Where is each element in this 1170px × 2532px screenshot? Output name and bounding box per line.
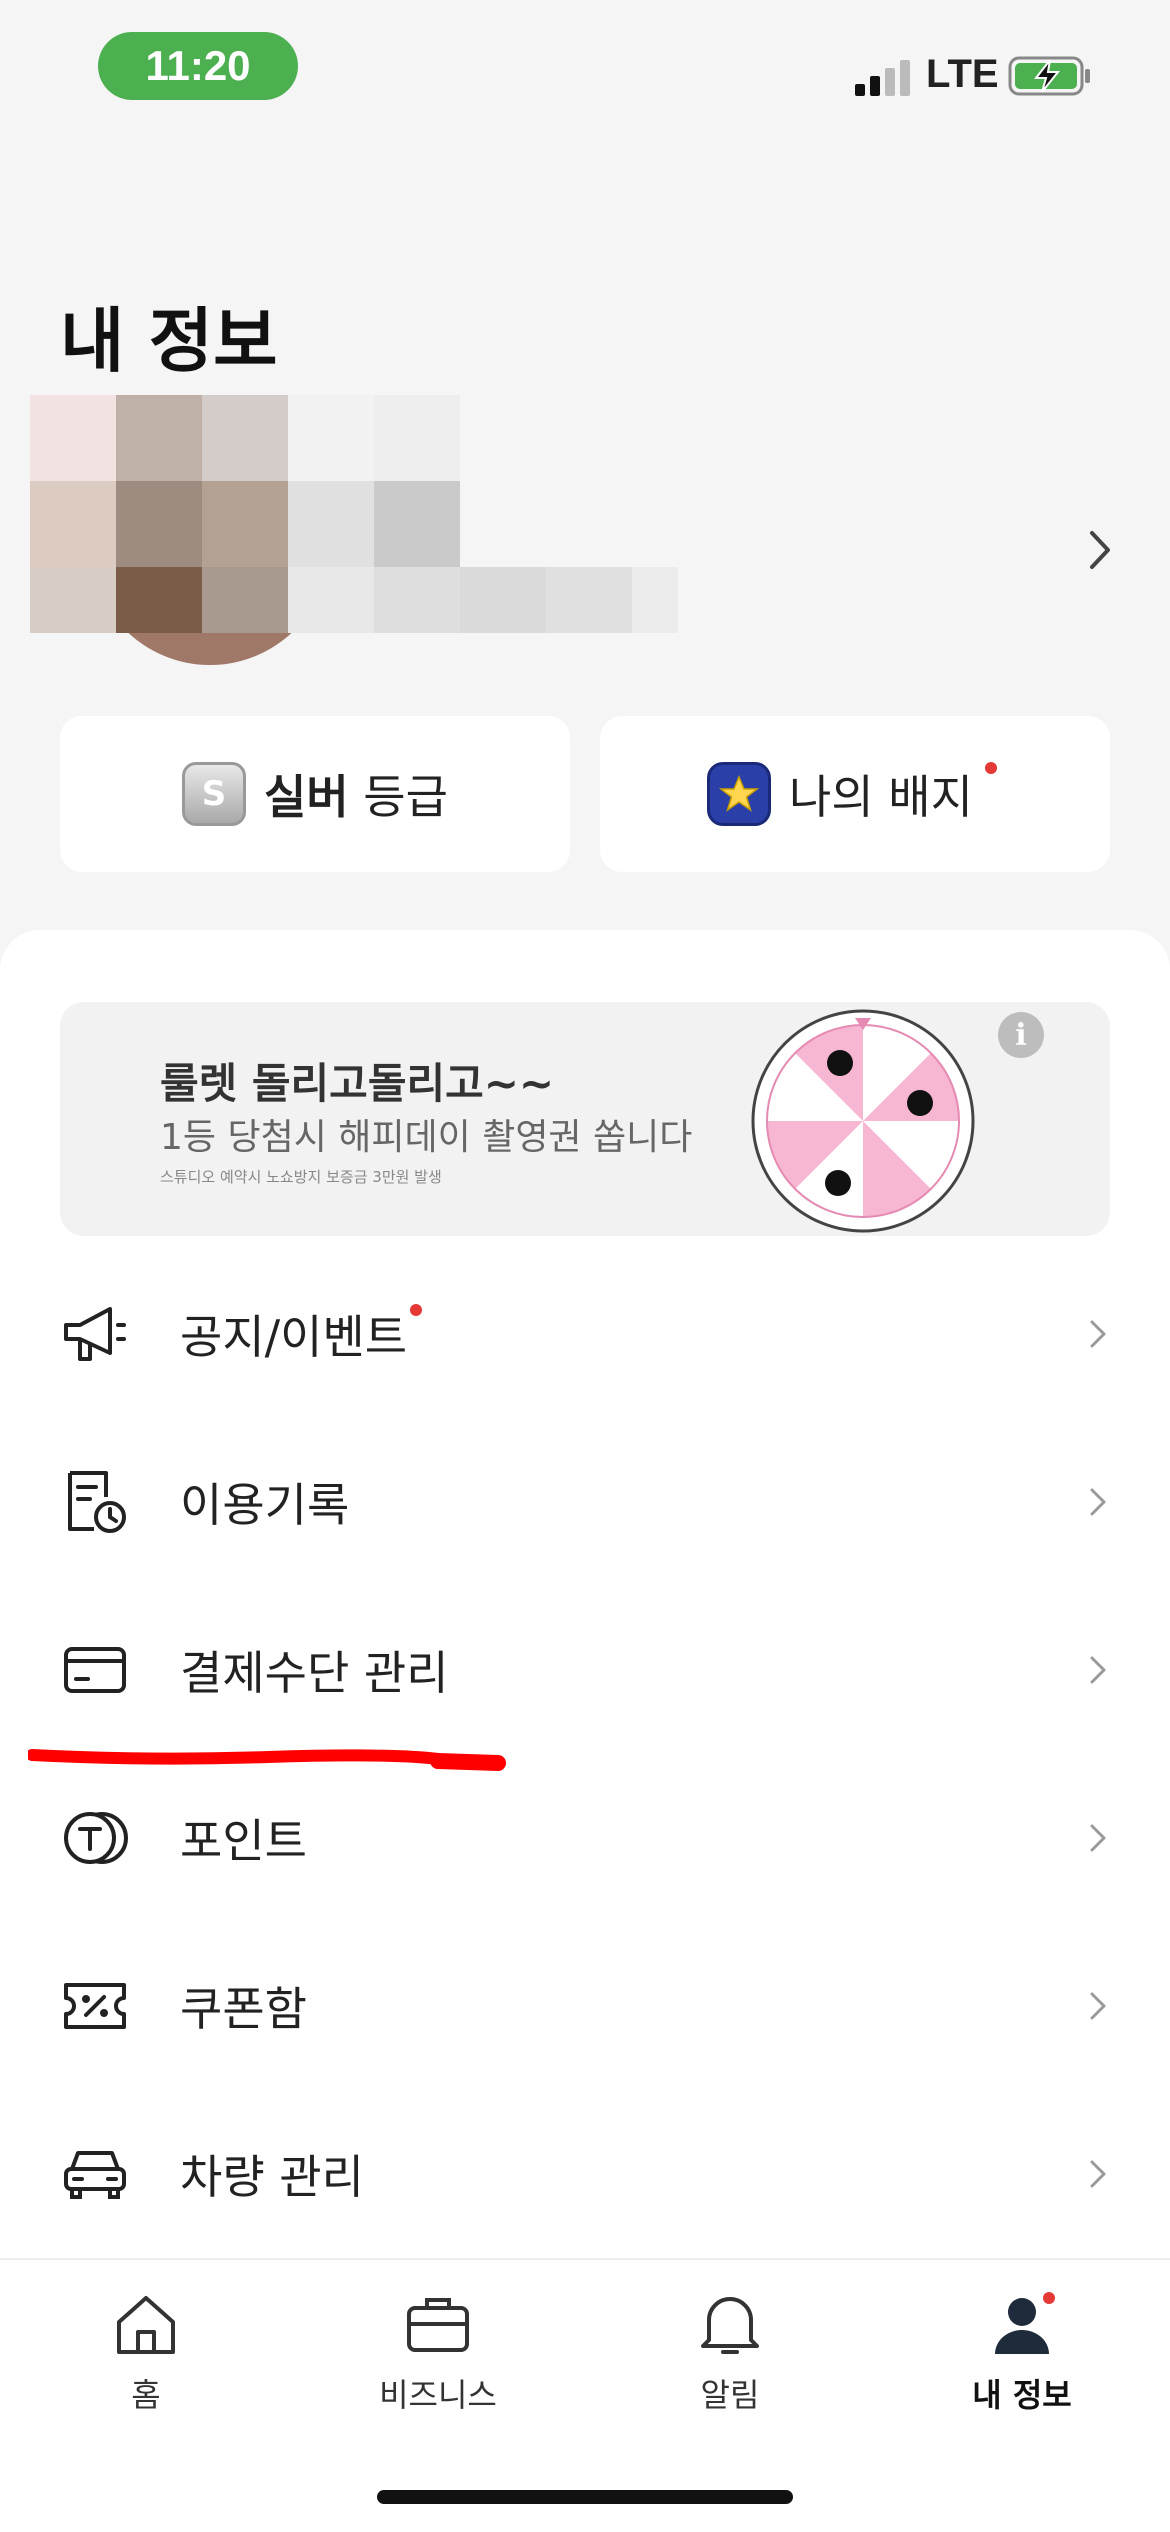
coupon-icon — [64, 1983, 126, 2029]
new-dot-indicator — [984, 762, 997, 774]
chevron-right-icon[interactable] — [1080, 525, 1120, 575]
new-dot-indicator — [410, 1304, 422, 1316]
status-bar: 11:20 LTE — [0, 0, 1170, 140]
menu-label: 포인트 — [180, 1814, 307, 1868]
menu-label: 차량 관리 — [180, 2150, 364, 2204]
menu-item-coupons[interactable]: 쿠폰함 — [0, 1922, 1170, 2090]
tab-home[interactable]: 홈 — [46, 2290, 246, 2430]
profile-icon — [995, 2292, 1055, 2354]
credit-card-icon — [64, 1647, 126, 1693]
menu-item-points[interactable]: 포인트 — [0, 1754, 1170, 1922]
status-time: 11:20 — [98, 32, 298, 100]
grade-label: 실버 등급 — [264, 761, 448, 827]
chevron-right-icon — [1090, 1320, 1106, 1348]
chevron-right-icon — [1090, 2160, 1106, 2188]
signal-icon — [855, 60, 910, 96]
battery-charging-icon — [1008, 56, 1090, 96]
banner-subtitle: 1등 당첨시 해피데이 촬영권 쏩니다 — [160, 1117, 693, 1158]
point-coin-icon — [64, 1812, 128, 1864]
menu-item-vehicle-management[interactable]: 차량 관리 — [0, 2090, 1170, 2258]
home-icon — [117, 2296, 175, 2354]
tab-my-info[interactable]: 내 정보 — [922, 2290, 1122, 2430]
banner-title: 룰렛 돌리고돌리고~~ — [160, 1059, 555, 1108]
menu-label: 결제수단 관리 — [180, 1646, 449, 1700]
briefcase-icon — [407, 2298, 469, 2352]
my-badge-card[interactable]: 나의 배지 — [600, 716, 1110, 872]
menu-label: 쿠폰함 — [180, 1982, 307, 2036]
info-icon[interactable]: i — [998, 1012, 1044, 1058]
menu-item-notice-event[interactable]: 공지/이벤트 — [0, 1250, 1170, 1418]
grade-name: 실버 — [264, 770, 349, 824]
grade-card[interactable]: S 실버 등급 — [60, 716, 570, 872]
chevron-right-icon — [1090, 1824, 1106, 1852]
menu-sheet: 룰렛 돌리고돌리고~~ 1등 당첨시 해피데이 촬영권 쏩니다 스튜디오 예약시… — [0, 930, 1170, 2260]
chevron-right-icon — [1090, 1488, 1106, 1516]
network-type: LTE — [926, 52, 999, 96]
banner-note: 스튜디오 예약시 노쇼방지 보증금 3만원 발생 — [160, 1168, 442, 1186]
page-title: 내 정보 — [60, 300, 278, 382]
home-indicator — [377, 2490, 793, 2504]
tab-label: 내 정보 — [972, 2376, 1072, 2414]
car-icon — [64, 2151, 126, 2199]
history-document-icon — [68, 1471, 126, 1533]
menu-item-usage-history[interactable]: 이용기록 — [0, 1418, 1170, 1586]
annotation-underline — [28, 1749, 506, 1771]
grade-suffix: 등급 — [348, 770, 448, 824]
chevron-right-icon — [1090, 1656, 1106, 1684]
menu-label: 공지/이벤트 — [180, 1310, 408, 1364]
megaphone-icon — [64, 1307, 126, 1361]
profile-info-redacted — [30, 395, 690, 640]
tab-notifications[interactable]: 알림 — [630, 2290, 830, 2430]
badge-label: 나의 배지 — [789, 770, 973, 824]
star-badge-icon — [707, 762, 772, 826]
bell-icon — [701, 2297, 759, 2354]
roulette-banner[interactable]: 룰렛 돌리고돌리고~~ 1등 당첨시 해피데이 촬영권 쏩니다 스튜디오 예약시… — [60, 1002, 1110, 1236]
chevron-right-icon — [1090, 1992, 1106, 2020]
profile-summary[interactable] — [30, 395, 690, 670]
tab-label: 비즈니스 — [379, 2376, 497, 2414]
roulette-wheel-icon — [751, 1009, 975, 1233]
silver-grade-icon: S — [182, 762, 247, 826]
tab-business[interactable]: 비즈니스 — [338, 2290, 538, 2430]
tab-label: 홈 — [131, 2376, 161, 2414]
menu-label: 이용기록 — [180, 1478, 350, 1532]
menu-item-payment-methods[interactable]: 결제수단 관리 — [0, 1586, 1170, 1754]
tab-label: 알림 — [700, 2376, 760, 2414]
